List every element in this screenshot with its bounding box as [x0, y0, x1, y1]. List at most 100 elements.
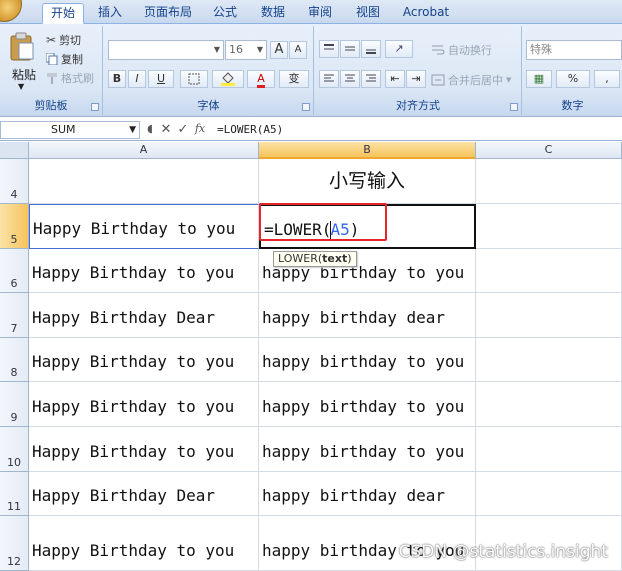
tab-formulas[interactable]: 公式	[207, 3, 243, 24]
scroll-handle-icon[interactable]: ◖	[142, 122, 158, 135]
cell-c[interactable]	[476, 338, 622, 382]
paste-button[interactable]: 粘贴 ▼	[6, 30, 38, 91]
format-painter-button[interactable]: 格式刷	[46, 70, 94, 86]
align-top-button[interactable]	[319, 40, 339, 58]
bold-button[interactable]: B	[108, 70, 126, 88]
align-bottom-button[interactable]	[361, 40, 381, 58]
cell-text: Happy Birthday Dear	[32, 486, 216, 505]
number-format-combo[interactable]: 特殊	[526, 40, 622, 60]
copy-icon	[46, 53, 58, 65]
phonetic-button[interactable]: 变	[279, 70, 309, 88]
cell-a[interactable]: Happy Birthday to you	[29, 382, 259, 427]
font-color-icon: A	[257, 72, 265, 88]
cell-a[interactable]: Happy Birthday to you	[29, 516, 259, 571]
increase-indent-button[interactable]: ⇥	[406, 70, 426, 88]
insert-function-button[interactable]: fx	[192, 122, 208, 135]
tab-acrobat[interactable]: Acrobat	[398, 3, 454, 24]
row-header[interactable]: 5	[0, 204, 29, 249]
row-header[interactable]: 7	[0, 293, 29, 338]
decrease-indent-button[interactable]: ⇤	[385, 70, 405, 88]
cut-label: 剪切	[59, 34, 82, 47]
percent-button[interactable]: %	[556, 70, 590, 88]
font-group-label: 字体	[197, 99, 220, 112]
clipboard-launcher-icon[interactable]	[91, 103, 99, 111]
formula-input[interactable]: =LOWER(A5)	[214, 121, 622, 139]
cell-a[interactable]: Happy Birthday to you	[29, 249, 259, 293]
cell-a[interactable]: Happy Birthday Dear	[29, 472, 259, 516]
align-left-button[interactable]	[319, 70, 339, 88]
tab-data[interactable]: 数据	[255, 3, 291, 24]
font-size-combo[interactable]: 16 ▼	[225, 40, 267, 60]
row-number: 8	[10, 366, 18, 379]
cancel-button[interactable]: ✕	[158, 122, 174, 137]
tab-review[interactable]: 审阅	[302, 3, 338, 24]
copy-button[interactable]: 复制	[46, 51, 83, 67]
cell-c[interactable]	[476, 472, 622, 516]
cell-c[interactable]	[476, 159, 622, 204]
cell-b[interactable]: happy birthday to you	[259, 382, 476, 427]
tab-home[interactable]: 开始	[42, 3, 84, 24]
font-name-combo[interactable]: ▼	[108, 40, 224, 60]
cell-c[interactable]	[476, 204, 622, 249]
font-launcher-icon[interactable]	[302, 103, 310, 111]
comma-button[interactable]: ,	[594, 70, 620, 88]
wrap-text-button[interactable]: 自动换行	[431, 42, 492, 58]
italic-button[interactable]: I	[128, 70, 146, 88]
cut-button[interactable]: ✂ 剪切	[46, 32, 81, 48]
column-header-a[interactable]: A	[29, 142, 259, 159]
enter-button[interactable]: ✓	[175, 122, 191, 137]
align-middle-icon	[345, 46, 355, 51]
row-header[interactable]: 12	[0, 516, 29, 571]
row-header[interactable]: 11	[0, 472, 29, 516]
clipboard-group: 粘贴 ▼ ✂ 剪切 复制 格式刷 剪贴板	[0, 26, 103, 115]
tooltip-function: LOWER(	[278, 252, 323, 265]
column-header-c[interactable]: C	[476, 142, 622, 159]
row-header[interactable]: 9	[0, 382, 29, 427]
cell-c[interactable]	[476, 427, 622, 472]
align-right-button[interactable]	[361, 70, 381, 88]
cell-a[interactable]	[29, 159, 259, 204]
decrease-indent-icon: ⇤	[390, 72, 400, 85]
column-title-cell[interactable]: 小写输入	[259, 159, 476, 204]
copy-label: 复制	[61, 53, 83, 66]
row-header[interactable]: 10	[0, 427, 29, 472]
column-header-b[interactable]: B	[259, 142, 476, 159]
office-button[interactable]	[0, 0, 22, 22]
fill-color-button[interactable]	[212, 70, 244, 88]
chevron-down-icon: ▼	[129, 125, 136, 135]
cell-a[interactable]: Happy Birthday to you	[29, 427, 259, 472]
row-header[interactable]: 4	[0, 159, 29, 204]
name-box[interactable]: SUM ▼	[0, 121, 140, 139]
cell-b[interactable]: happy birthday dear	[259, 472, 476, 516]
cell-b[interactable]: happy birthday to you	[259, 338, 476, 382]
cell-a[interactable]: Happy Birthday to you	[29, 204, 259, 249]
tab-insert[interactable]: 插入	[92, 3, 128, 24]
cell-a[interactable]: Happy Birthday Dear	[29, 293, 259, 338]
shrink-font-button[interactable]: A	[289, 41, 307, 59]
cell-c[interactable]	[476, 293, 622, 338]
cell-b[interactable]: happy birthday to you	[259, 427, 476, 472]
merge-center-button[interactable]: 合并后居中 ▼	[431, 72, 511, 88]
font-color-button[interactable]: A	[247, 70, 275, 88]
cell-c[interactable]	[476, 249, 622, 293]
cell-b[interactable]: happy birthday dear	[259, 293, 476, 338]
row-header[interactable]: 8	[0, 338, 29, 382]
tab-view[interactable]: 视图	[350, 3, 386, 24]
orientation-button[interactable]: ↗	[385, 40, 413, 58]
cell-a[interactable]: Happy Birthday to you	[29, 338, 259, 382]
currency-button[interactable]: ▦	[526, 70, 552, 88]
alignment-launcher-icon[interactable]	[510, 103, 518, 111]
row-number: 10	[7, 456, 21, 469]
font-size-value: 16	[229, 43, 243, 56]
cell-c[interactable]	[476, 382, 622, 427]
select-all-corner[interactable]	[0, 142, 29, 159]
align-center-button[interactable]	[340, 70, 360, 88]
annotation-highlight	[259, 203, 387, 241]
underline-button[interactable]: U	[148, 70, 174, 88]
align-middle-button[interactable]	[340, 40, 360, 58]
grow-font-button[interactable]: A	[270, 41, 288, 59]
row-number: 5	[10, 233, 18, 246]
row-header[interactable]: 6	[0, 249, 29, 293]
tab-page-layout[interactable]: 页面布局	[140, 3, 196, 24]
borders-button[interactable]	[180, 70, 208, 88]
